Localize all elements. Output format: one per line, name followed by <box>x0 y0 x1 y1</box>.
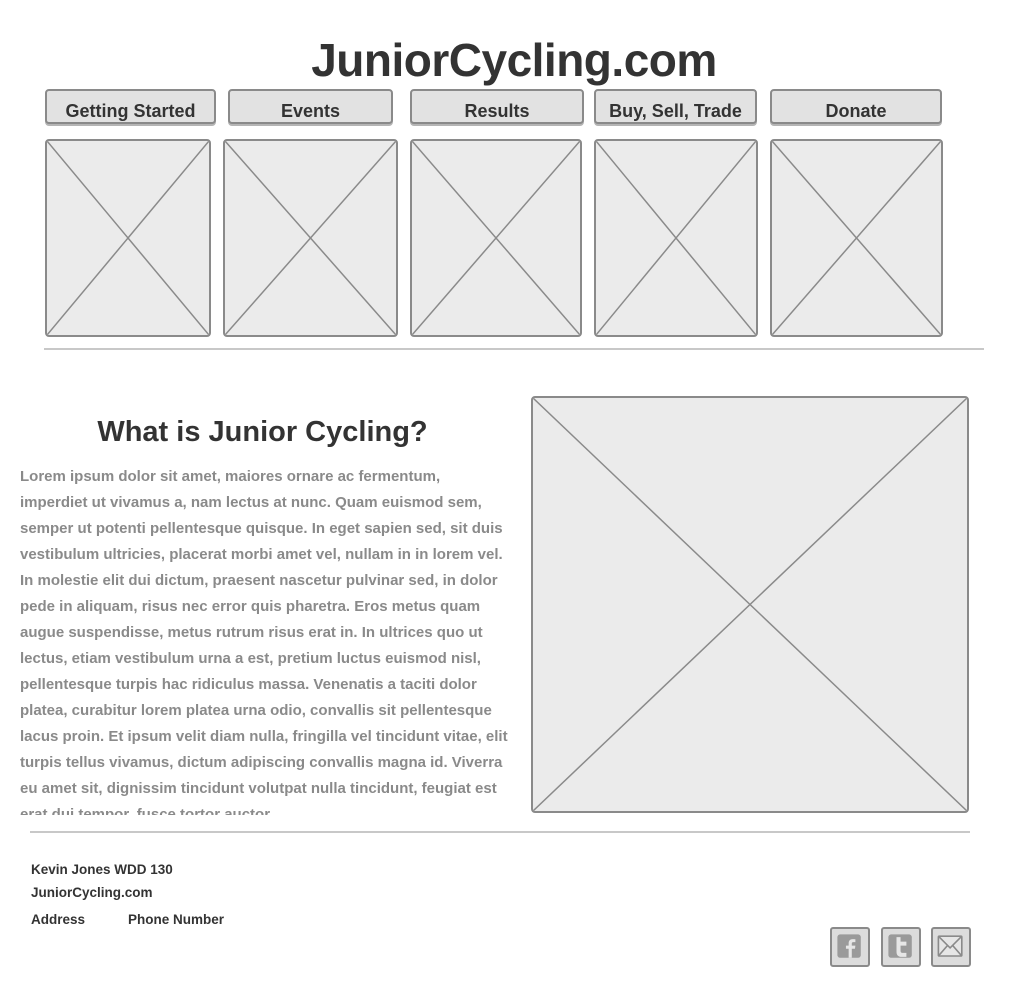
events-image-placeholder[interactable] <box>223 139 398 337</box>
image-placeholder-icon <box>533 398 967 811</box>
image-placeholder-icon <box>772 141 941 335</box>
getting-started-image-placeholder[interactable] <box>45 139 211 337</box>
donate-image-placeholder[interactable] <box>770 139 943 337</box>
facebook-icon[interactable] <box>830 927 870 967</box>
nav-results-button[interactable]: Results <box>410 89 584 124</box>
footer-address-label: Address <box>31 912 86 927</box>
nav-donate-button[interactable]: Donate <box>770 89 942 124</box>
twitter-icon[interactable] <box>881 927 921 967</box>
nav-getting-started-button[interactable]: Getting Started <box>45 89 216 124</box>
main-image-placeholder[interactable] <box>531 396 969 813</box>
image-placeholder-icon <box>225 141 396 335</box>
envelope-glyph-icon <box>937 935 963 957</box>
footer-divider <box>30 831 970 833</box>
buy-sell-trade-image-placeholder[interactable] <box>594 139 758 337</box>
footer-author: Kevin Jones WDD 130 <box>31 862 173 877</box>
nav-events-button[interactable]: Events <box>228 89 393 124</box>
footer-site-link[interactable]: JuniorCycling.com <box>31 884 153 902</box>
results-image-placeholder[interactable] <box>410 139 582 337</box>
page: JuniorCycling.com Getting Started Events… <box>0 0 1018 987</box>
twitter-glyph-icon <box>888 934 912 958</box>
top-divider <box>44 348 984 350</box>
facebook-glyph-icon <box>837 934 861 958</box>
nav-buy-sell-trade-button[interactable]: Buy, Sell, Trade <box>594 89 757 124</box>
image-placeholder-icon <box>412 141 580 335</box>
section-heading: What is Junior Cycling? <box>97 416 428 448</box>
footer-phone-label: Phone Number <box>128 912 225 927</box>
image-placeholder-icon <box>47 141 209 335</box>
site-title[interactable]: JuniorCycling.com <box>0 30 1018 90</box>
body-text: Lorem ipsum dolor sit amet, maiores orna… <box>20 468 508 815</box>
image-placeholder-icon <box>596 141 756 335</box>
email-icon[interactable] <box>931 927 971 967</box>
